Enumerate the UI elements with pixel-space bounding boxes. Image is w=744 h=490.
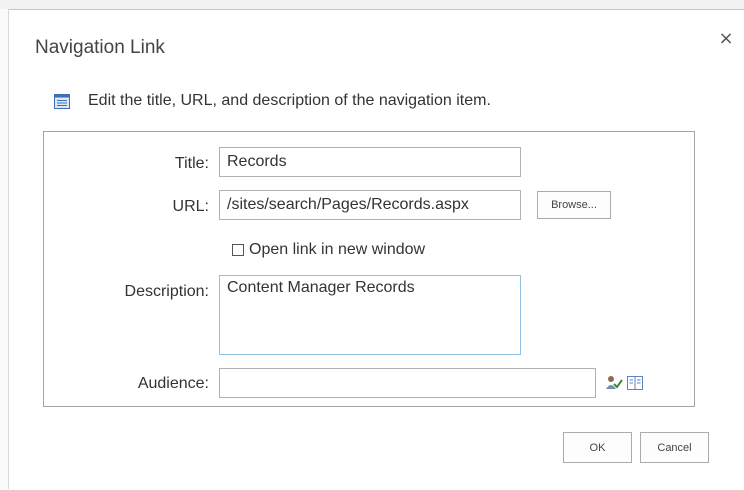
check-names-icon[interactable] — [605, 375, 623, 391]
address-book-icon[interactable] — [627, 376, 643, 390]
title-label: Title: — [174, 155, 209, 172]
navigation-link-dialog: Navigation Link × Edit the title, URL, a… — [9, 9, 744, 490]
form-panel: Title: URL: Browse... Open link in new w… — [43, 131, 695, 407]
background-page-strip — [0, 0, 744, 9]
url-label: URL: — [172, 198, 209, 215]
title-input[interactable] — [219, 147, 521, 177]
audience-input[interactable] — [219, 368, 596, 398]
description-textarea[interactable]: Content Manager Records — [219, 275, 521, 355]
cancel-button[interactable]: Cancel — [640, 432, 709, 463]
new-window-label: Open link in new window — [249, 241, 426, 258]
edit-list-icon — [54, 94, 70, 109]
description-label: Description: — [124, 283, 209, 300]
browse-button[interactable]: Browse... — [537, 191, 611, 219]
dialog-title: Navigation Link — [35, 37, 165, 58]
ok-button[interactable]: OK — [563, 432, 632, 463]
instruction-text: Edit the title, URL, and description of … — [88, 92, 491, 109]
new-window-checkbox[interactable] — [232, 244, 244, 256]
close-icon[interactable]: × — [717, 30, 735, 48]
background-page-edge — [0, 9, 9, 489]
url-input[interactable] — [219, 190, 521, 220]
audience-label: Audience: — [137, 375, 209, 392]
